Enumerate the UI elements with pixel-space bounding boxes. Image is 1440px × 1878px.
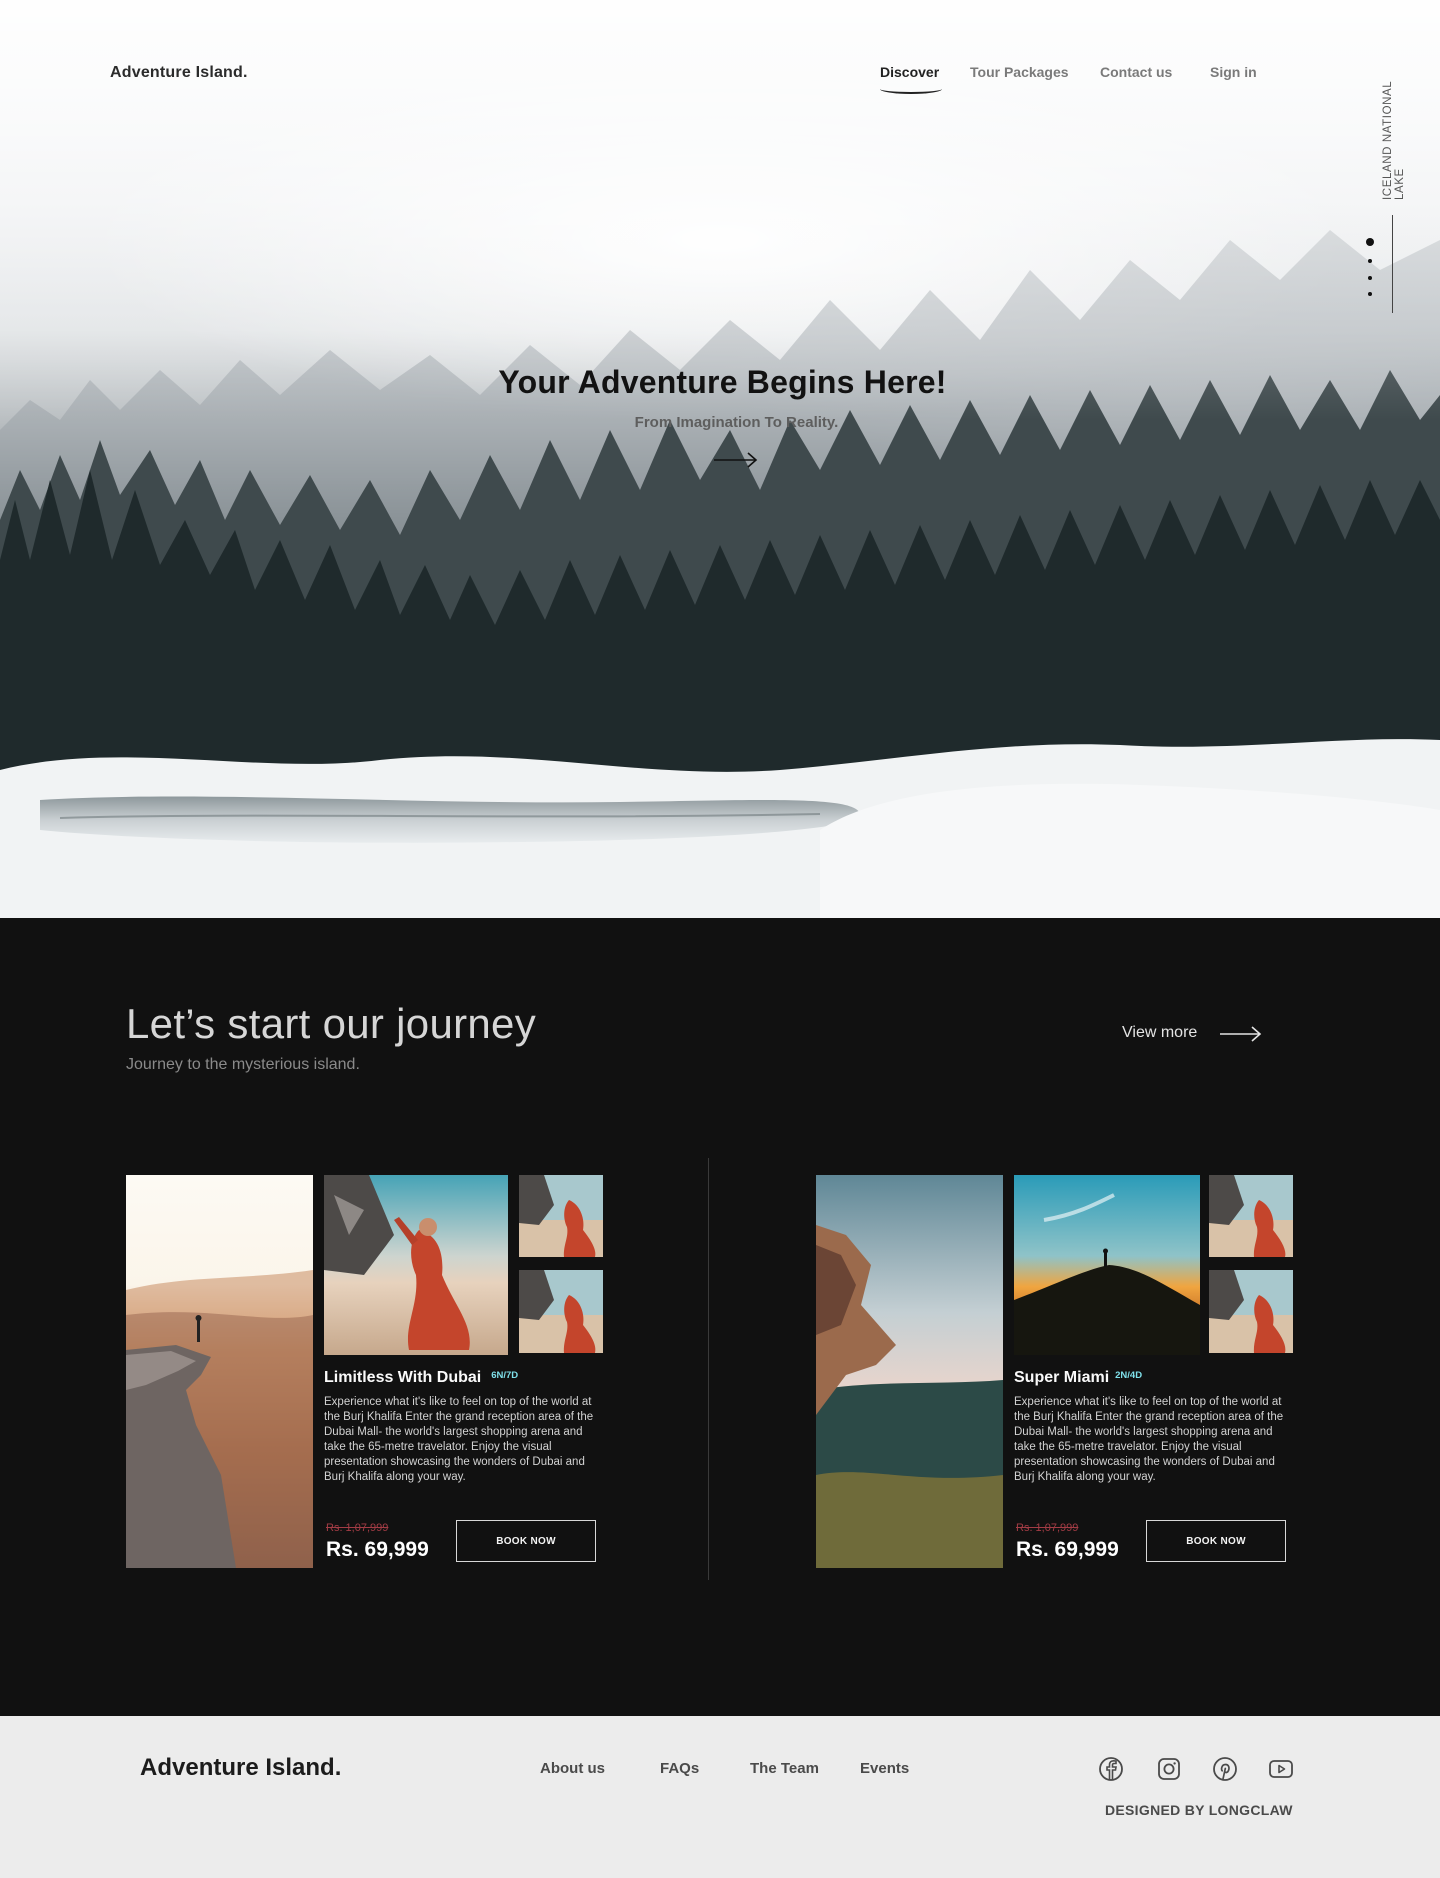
hero-subtitle: From Imagination To Reality. xyxy=(634,414,839,431)
journey-subtitle: Journey to the mysterious island. xyxy=(126,1056,360,1073)
hero-section: Adventure Island. Discover Tour Packages… xyxy=(0,0,1440,918)
nav-tour-packages[interactable]: Tour Packages xyxy=(970,64,1069,80)
site-footer: Adventure Island. About us FAQs The Team… xyxy=(0,1716,1440,1878)
location-label: ICELAND NATIONAL LAKE xyxy=(1382,81,1406,200)
slide-dot-1[interactable] xyxy=(1366,238,1374,246)
view-more-arrow-icon[interactable] xyxy=(1220,1024,1262,1044)
view-more-link[interactable]: View more xyxy=(1122,1024,1197,1042)
designer-credit: DESIGNED BY LONGCLAW xyxy=(1105,1802,1293,1818)
tour-card-miami: Super Miami 2N/4D Experience what it's li… xyxy=(816,1175,1296,1575)
thumbnail-photo-2[interactable] xyxy=(519,1270,603,1353)
nav-discover[interactable]: Discover xyxy=(880,64,939,80)
footer-link-faqs[interactable]: FAQs xyxy=(660,1760,699,1777)
slide-dot-3[interactable] xyxy=(1368,276,1372,280)
cliff-valley-photo xyxy=(816,1175,1003,1568)
thumbnail-photo-1[interactable] xyxy=(1209,1175,1293,1257)
footer-link-team[interactable]: The Team xyxy=(750,1760,819,1777)
woman-red-dress-photo xyxy=(324,1175,508,1355)
thumbnail-photo-2[interactable] xyxy=(1209,1270,1293,1353)
card-title: Limitless With Dubai 6N/7D xyxy=(324,1369,518,1387)
book-now-button[interactable]: BOOK NOW xyxy=(1146,1520,1286,1562)
footer-link-about[interactable]: About us xyxy=(540,1760,605,1777)
cliff-sunset-photo xyxy=(126,1175,313,1568)
cards-divider xyxy=(708,1158,709,1580)
card-title-text: Limitless With Dubai xyxy=(324,1369,482,1386)
instagram-icon[interactable] xyxy=(1156,1756,1182,1782)
nav-sign-in[interactable]: Sign in xyxy=(1210,64,1257,80)
old-price: Rs. 1,07,999 xyxy=(1016,1522,1079,1534)
duration-badge: 6N/7D xyxy=(491,1370,519,1381)
duration-badge: 2N/4D xyxy=(1115,1370,1143,1381)
hero-title: Your Adventure Begins Here! xyxy=(498,364,947,400)
book-now-button[interactable]: BOOK NOW xyxy=(456,1520,596,1562)
site-logo[interactable]: Adventure Island. xyxy=(110,64,248,82)
card-title: Super Miami 2N/4D xyxy=(1014,1369,1142,1387)
thumbnail-photo-1[interactable] xyxy=(519,1175,603,1257)
price: Rs. 69,999 xyxy=(1016,1538,1119,1561)
tour-card-dubai: Limitless With Dubai 6N/7D Experience wha… xyxy=(126,1175,606,1575)
location-line xyxy=(1392,215,1393,313)
slide-dot-4[interactable] xyxy=(1368,292,1372,296)
pinterest-icon[interactable] xyxy=(1212,1756,1238,1782)
slide-dot-2[interactable] xyxy=(1368,259,1372,263)
footer-link-events[interactable]: Events xyxy=(860,1760,909,1777)
facebook-icon[interactable] xyxy=(1098,1756,1124,1782)
hiker-sunset-photo xyxy=(1014,1175,1200,1355)
old-price: Rs. 1,07,999 xyxy=(326,1522,389,1534)
card-title-text: Super Miami xyxy=(1014,1369,1110,1386)
price: Rs. 69,999 xyxy=(326,1538,429,1561)
card-description: Experience what it's like to feel on top… xyxy=(324,1396,594,1483)
footer-logo[interactable]: Adventure Island. xyxy=(140,1754,341,1782)
card-description: Experience what it's like to feel on top… xyxy=(1014,1396,1284,1483)
nav-active-underline xyxy=(880,84,942,94)
nav-contact-us[interactable]: Contact us xyxy=(1100,64,1172,80)
youtube-icon[interactable] xyxy=(1268,1756,1294,1782)
journey-title: Let’s start our journey xyxy=(126,1000,537,1047)
arrow-right-icon[interactable] xyxy=(714,450,758,470)
journey-section: Let’s start our journey Journey to the m… xyxy=(0,918,1440,1716)
